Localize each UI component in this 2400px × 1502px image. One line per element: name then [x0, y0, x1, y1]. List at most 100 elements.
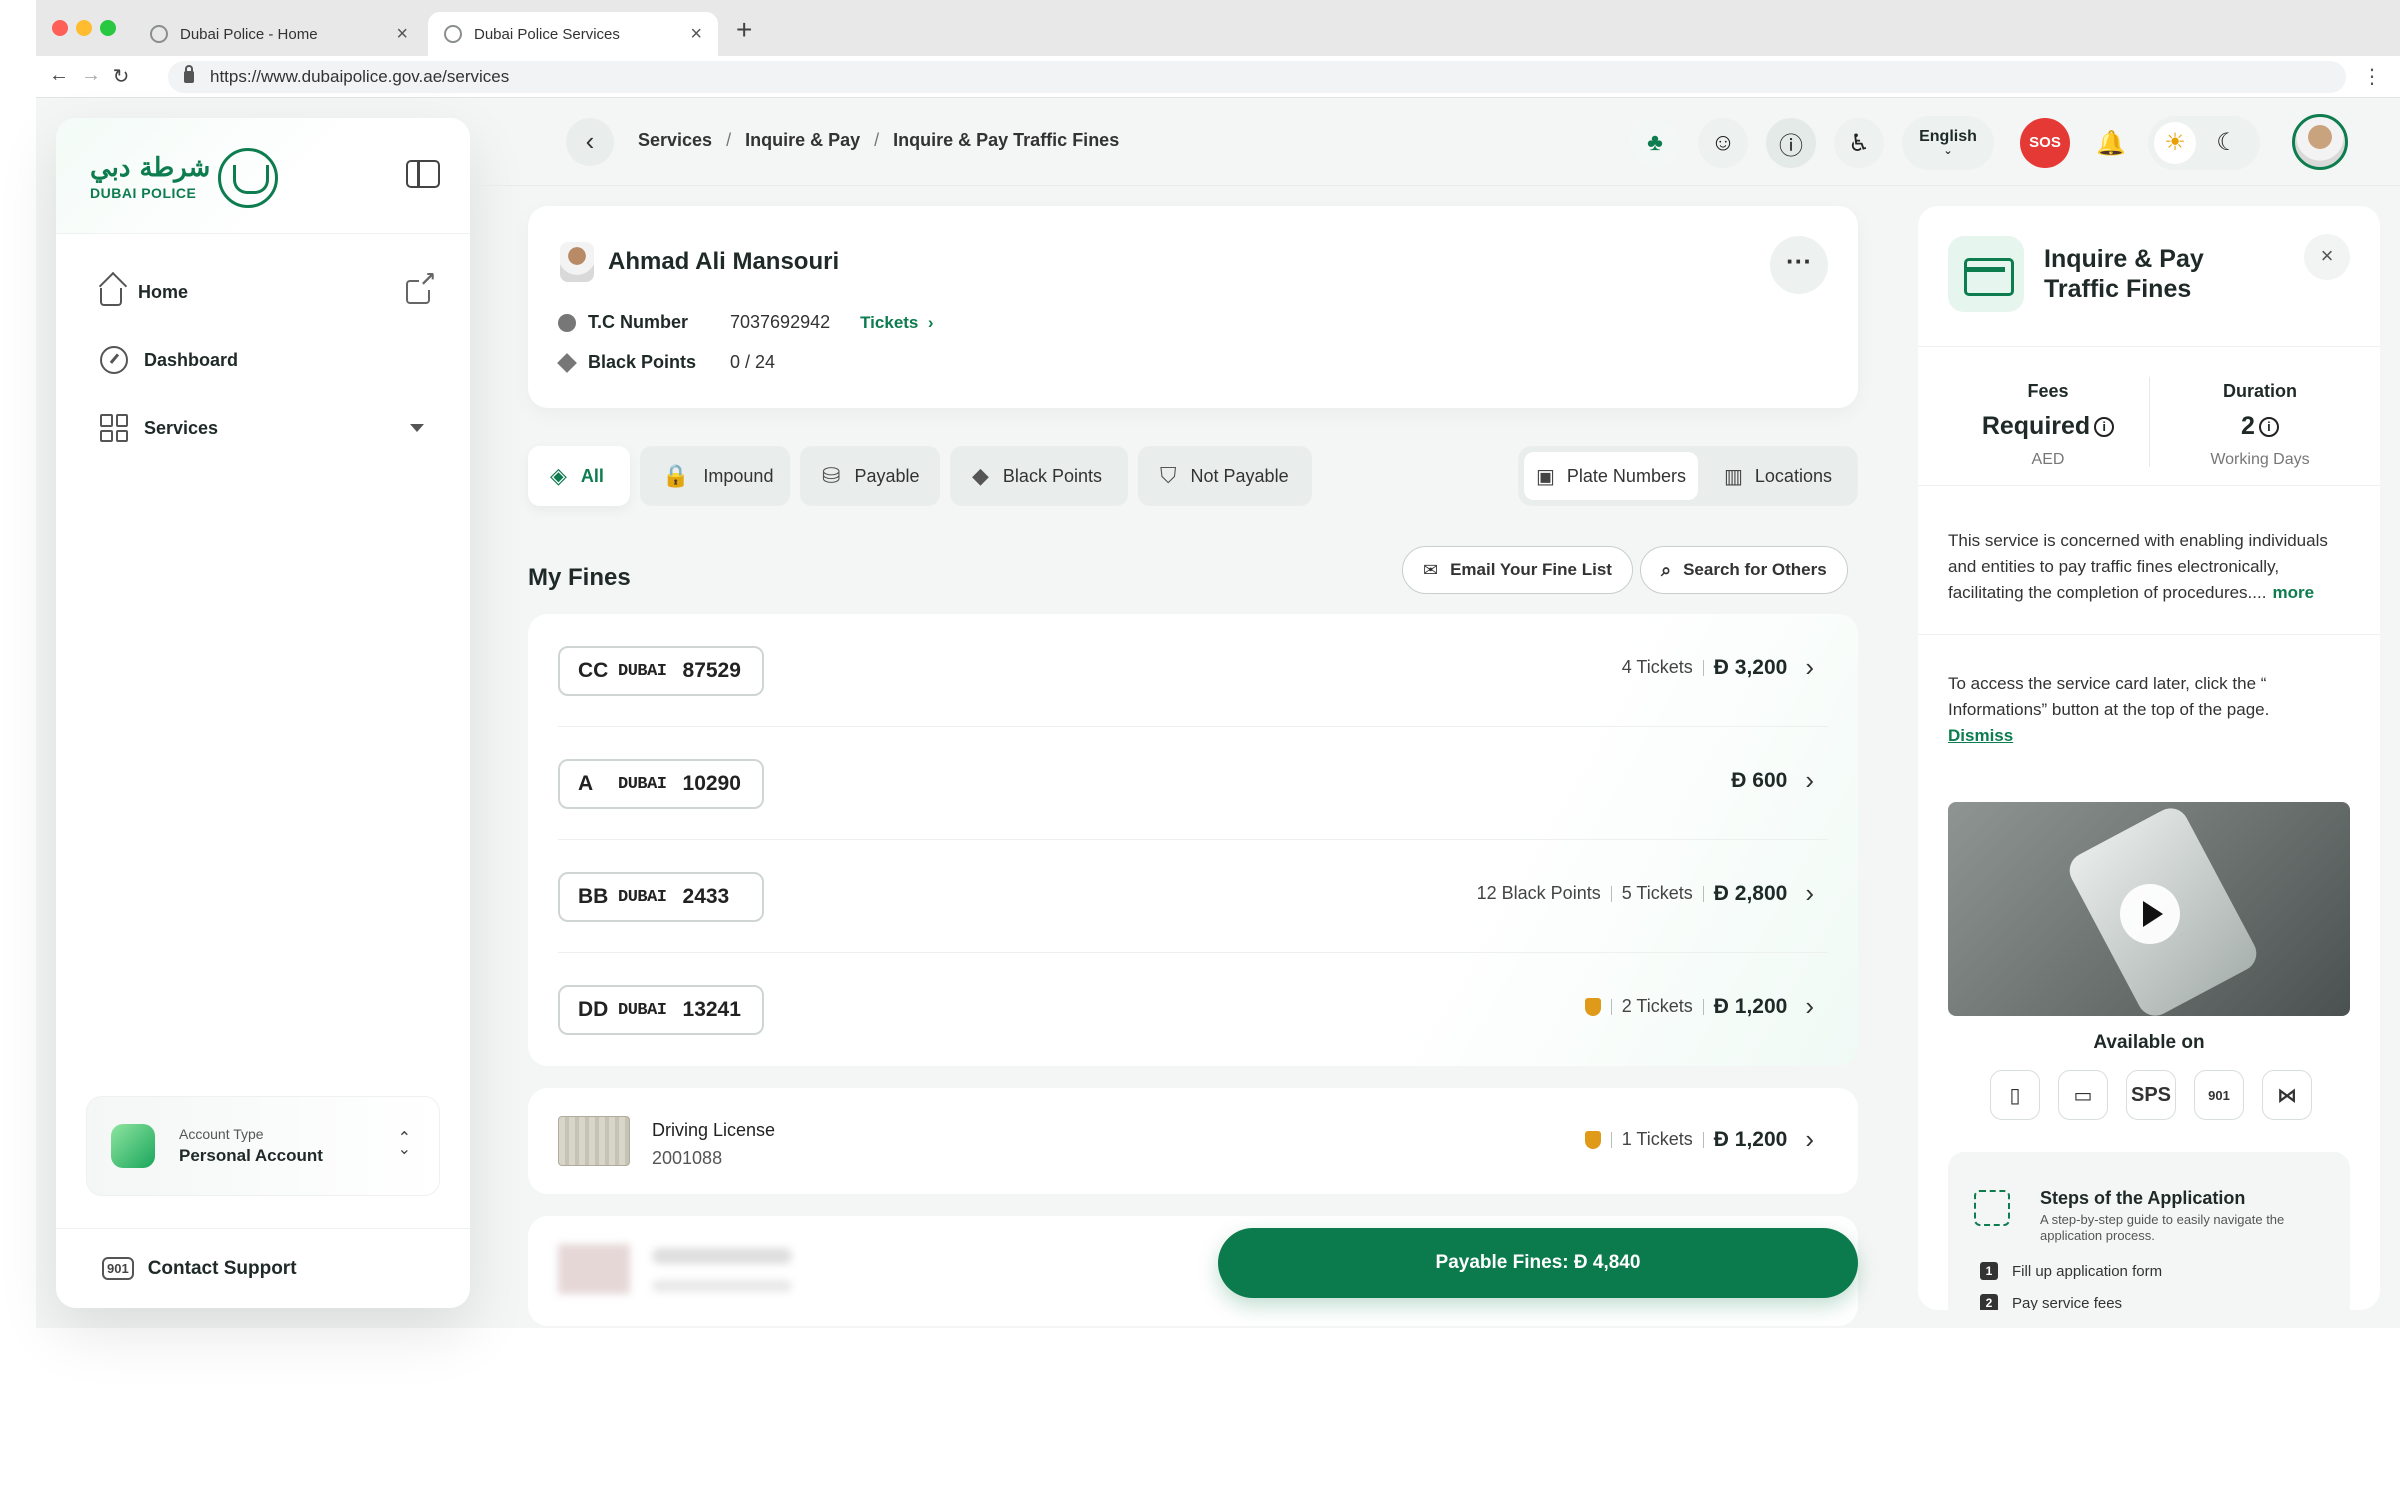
sidebar-item-services[interactable]: Services [100, 408, 430, 448]
url-input[interactable]: https://www.dubaipolice.gov.ae/services [168, 61, 2346, 93]
external-link-icon[interactable] [406, 270, 436, 304]
happiness-smiley-icon[interactable]: ☺ [1698, 118, 1748, 168]
lock-icon [184, 65, 194, 83]
close-tab-icon[interactable]: × [396, 24, 408, 44]
dashboard-gauge-icon [100, 346, 128, 374]
fine-amount: Đ 1,200 [1713, 994, 1788, 1018]
hint-text: To access the service card later, click … [1948, 674, 2270, 719]
sidebar: شرطة دبي DUBAI POLICE Home Dashboard Ser… [56, 118, 470, 1308]
dubai-police-logo[interactable]: شرطة دبي DUBAI POLICE [90, 148, 279, 208]
available-on-label: Available on [2093, 1032, 2205, 1053]
dismiss-link[interactable]: Dismiss [1948, 723, 2348, 749]
new-tab-button[interactable]: + [736, 14, 752, 46]
service-video[interactable] [1948, 802, 2350, 1016]
sustainability-leaf-icon[interactable]: ♣ [1630, 118, 1680, 168]
filter-all[interactable]: ◈ All [528, 446, 630, 506]
lock-icon: 🔒 [662, 463, 690, 488]
layers-icon: ◈ [550, 463, 567, 488]
ticket-count: 2 Tickets [1621, 996, 1693, 1016]
back-button[interactable]: ‹ [566, 118, 614, 166]
information-icon[interactable]: ⓘ [1766, 118, 1816, 168]
logo-arabic: شرطة دبي [90, 153, 211, 183]
info-icon[interactable]: i [2094, 417, 2115, 437]
sidebar-item-dashboard[interactable]: Dashboard [100, 340, 430, 380]
chevron-right-icon: › [1805, 878, 1814, 908]
filter-impound[interactable]: 🔒 Impound [640, 446, 790, 506]
tc-number-icon [558, 313, 576, 332]
fine-amount: Đ 3,200 [1713, 655, 1788, 679]
theme-toggle[interactable]: ☀ ☾ [2148, 116, 2260, 170]
fine-row-cc-87529[interactable]: CC DUBAI 87529 4 Tickets Đ 3,200 › [558, 614, 1828, 727]
driving-license-row[interactable]: Driving License 2001088 1 Tickets Đ 1,20… [528, 1088, 1858, 1194]
minimize-window-button[interactable] [76, 20, 92, 36]
chevron-down-icon[interactable] [410, 424, 424, 432]
info-icon[interactable]: i [2258, 417, 2279, 437]
close-tab-icon[interactable]: × [690, 24, 702, 44]
envelope-icon: ✉ [1423, 559, 1439, 580]
sidebar-item-home[interactable]: Home [100, 270, 436, 312]
fine-row-dd-13241[interactable]: DD DUBAI 13241 2 Tickets Đ 1,200 › [558, 953, 1828, 1066]
tickets-link[interactable]: Tickets › [860, 313, 933, 333]
tc-number-value: 7037692942 [730, 312, 831, 332]
reload-icon[interactable]: ↻ [108, 64, 134, 89]
breadcrumb-services[interactable]: Services [638, 130, 712, 151]
fine-row-a-10290[interactable]: A DUBAI 10290 Đ 600 › [558, 727, 1828, 840]
filter-payable[interactable]: ⛁ Payable [800, 446, 940, 506]
coins-icon: ⛁ [822, 463, 841, 488]
shield-warning-icon [1584, 997, 1601, 1016]
breadcrumb-inquire-pay[interactable]: Inquire & Pay [745, 130, 860, 151]
maximize-window-button[interactable] [100, 20, 116, 36]
moon-icon[interactable]: ☾ [2206, 122, 2248, 164]
desktop-icon[interactable]: ▭ [2058, 1070, 2108, 1120]
view-plate-numbers[interactable]: ▣ Plate Numbers [1524, 452, 1698, 500]
black-points-label: Black Points [588, 352, 697, 372]
notification-bell-icon[interactable]: 🔔 [2086, 118, 2136, 168]
language-selector[interactable]: English ⌄ [1902, 116, 1994, 170]
mobile-icon[interactable]: ▯ [1990, 1070, 2040, 1120]
search-for-others-button[interactable]: ⌕ Search for Others [1640, 546, 1848, 594]
forward-arrow-icon[interactable]: → [78, 64, 104, 87]
account-type-switcher[interactable]: Account Type Personal Account ⌃ ⌄ [86, 1096, 440, 1196]
tc-number-row: T.C Number 7037692942 Tickets › [558, 312, 934, 333]
view-locations[interactable]: ▥ Locations [1712, 452, 1844, 500]
email-fine-list-button[interactable]: ✉ Email Your Fine List [1402, 546, 1633, 594]
contact-support-button[interactable]: 901 Contact Support [56, 1228, 470, 1308]
license-title: Driving License [652, 1120, 776, 1140]
profile-card: Ahmad Ali Mansouri ··· T.C Number 703769… [528, 206, 1858, 408]
accessibility-icon[interactable]: ♿ [1834, 118, 1884, 168]
payable-fines-button[interactable]: Payable Fines: Đ 4,840 [1218, 1228, 1858, 1298]
service-info-panel: Inquire & Pay Traffic Fines × Fees Requi… [1918, 206, 2380, 1310]
view-toggle: ▣ Plate Numbers ▥ Locations [1518, 446, 1858, 506]
sps-icon[interactable]: SPS [2126, 1070, 2176, 1120]
user-avatar[interactable] [2292, 114, 2348, 170]
back-arrow-icon[interactable]: ← [46, 64, 72, 87]
service-description: This service is concerned with enabling … [1948, 531, 2328, 602]
breadcrumb: Services / Inquire & Pay / Inquire & Pay… [638, 130, 1120, 151]
browser-tab-services[interactable]: Dubai Police Services × [428, 12, 718, 56]
sos-button[interactable]: SOS [2020, 118, 2070, 168]
fine-amount: Đ 2,800 [1713, 881, 1788, 905]
phone-901-icon: 901 [102, 1257, 134, 1280]
service-stats: Fees Required i AED Duration 2i Working D… [1918, 346, 2380, 486]
contact-support-label: Contact Support [147, 1257, 297, 1279]
phone-901-icon[interactable]: 901 [2194, 1070, 2244, 1120]
close-panel-button[interactable]: × [2304, 234, 2350, 280]
smart-kiosk-icon[interactable]: ⋈ [2262, 1070, 2312, 1120]
more-options-button[interactable]: ··· [1770, 236, 1828, 294]
browser-tab-home[interactable]: Dubai Police - Home × [134, 12, 424, 56]
play-icon[interactable] [2120, 884, 2180, 944]
close-window-button[interactable] [52, 20, 68, 36]
browser-menu-icon[interactable]: ⋮ [2362, 64, 2382, 89]
filter-black-points[interactable]: ◆ Black Points [950, 446, 1128, 506]
black-points-icon [557, 352, 577, 373]
more-link[interactable]: more [2272, 583, 2314, 602]
sidebar-collapse-icon[interactable] [406, 160, 440, 188]
sun-icon[interactable]: ☀ [2154, 122, 2196, 164]
filter-not-payable[interactable]: ⛉ Not Payable [1138, 446, 1312, 506]
fine-row-bb-2433[interactable]: BB DUBAI 2433 12 Black Points 5 Tickets … [558, 840, 1828, 953]
my-fines-title: My Fines [528, 564, 631, 591]
favicon-icon [444, 25, 462, 43]
search-icon: ⌕ [1661, 559, 1672, 580]
black-points-value: 0 / 24 [730, 352, 776, 372]
panel-title: Inquire & Pay Traffic Fines [2044, 245, 2204, 303]
